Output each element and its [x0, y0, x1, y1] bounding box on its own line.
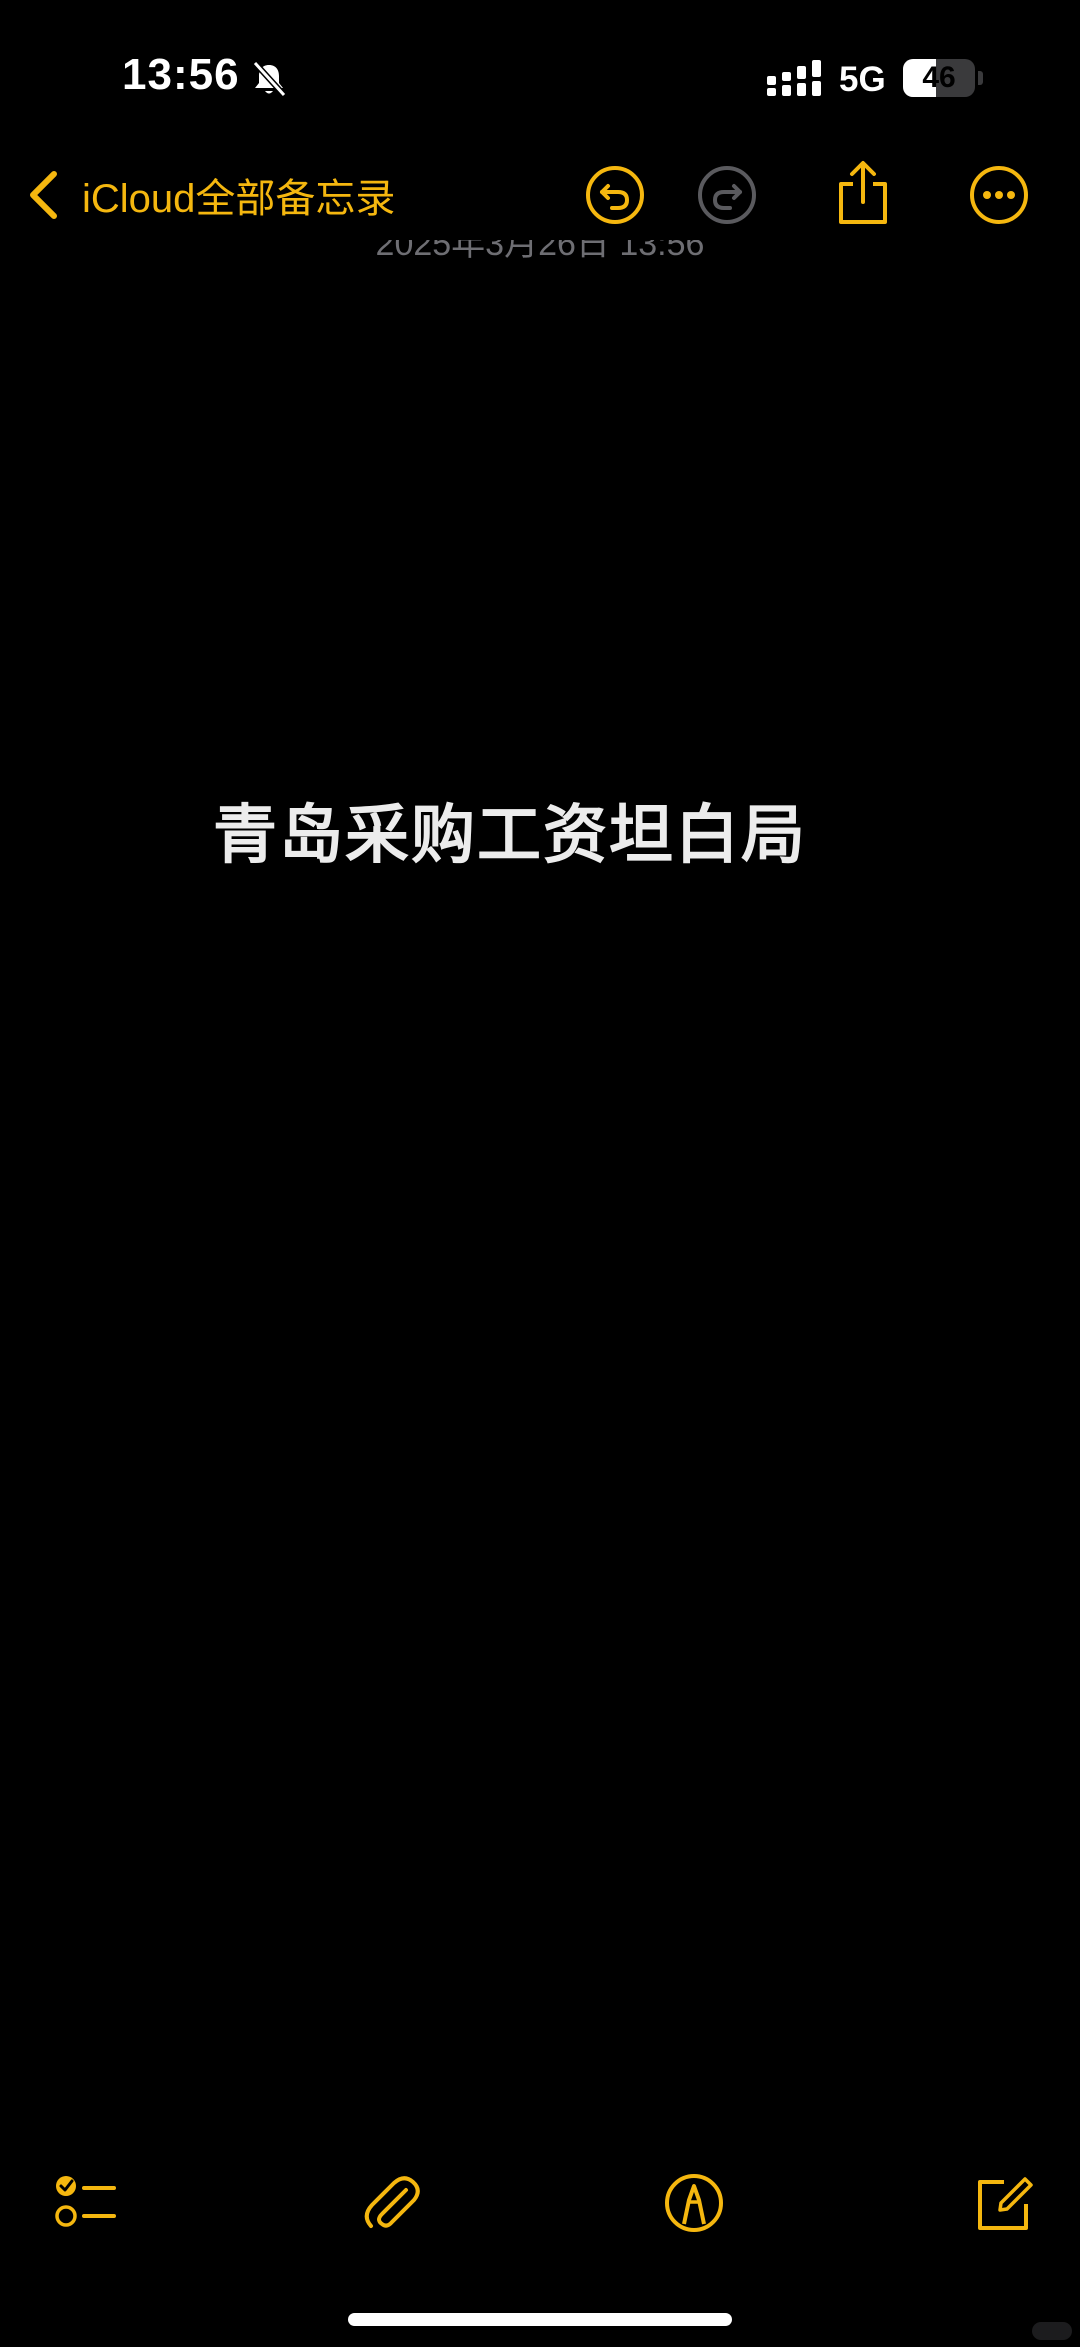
redo-icon[interactable]	[696, 164, 758, 226]
paperclip-icon[interactable]	[360, 2170, 426, 2236]
home-indicator[interactable]	[348, 2313, 732, 2326]
share-icon[interactable]	[833, 158, 893, 228]
status-time: 13:56	[122, 50, 240, 99]
navigation-bar: iCloud全部备忘录	[0, 150, 1080, 240]
back-label: iCloud全部备忘录	[82, 177, 396, 221]
undo-icon[interactable]	[584, 164, 646, 226]
bell-slash-icon	[252, 60, 287, 98]
checklist-icon[interactable]	[52, 2170, 118, 2236]
back-button[interactable]: iCloud全部备忘录	[26, 160, 395, 230]
more-icon[interactable]	[968, 164, 1030, 226]
battery-indicator: 46	[903, 59, 975, 97]
markup-pen-icon[interactable]	[661, 2170, 727, 2236]
notes-screen: 13:56 5G 46 2025年3月26日 13:56 iCloud全部备忘录…	[0, 0, 1080, 2347]
watermark-badge	[1032, 2322, 1072, 2340]
battery-percentage: 46	[922, 61, 956, 94]
chevron-left-icon	[30, 171, 57, 219]
battery-cap	[978, 71, 983, 85]
compose-icon[interactable]	[970, 2170, 1036, 2236]
network-type: 5G	[839, 60, 886, 99]
bottom-toolbar	[0, 2170, 1080, 2250]
cellular-signal-icon	[767, 60, 821, 96]
status-bar: 13:56 5G 46	[0, 0, 1080, 140]
note-title[interactable]: 青岛采购工资坦白局	[0, 784, 1020, 876]
